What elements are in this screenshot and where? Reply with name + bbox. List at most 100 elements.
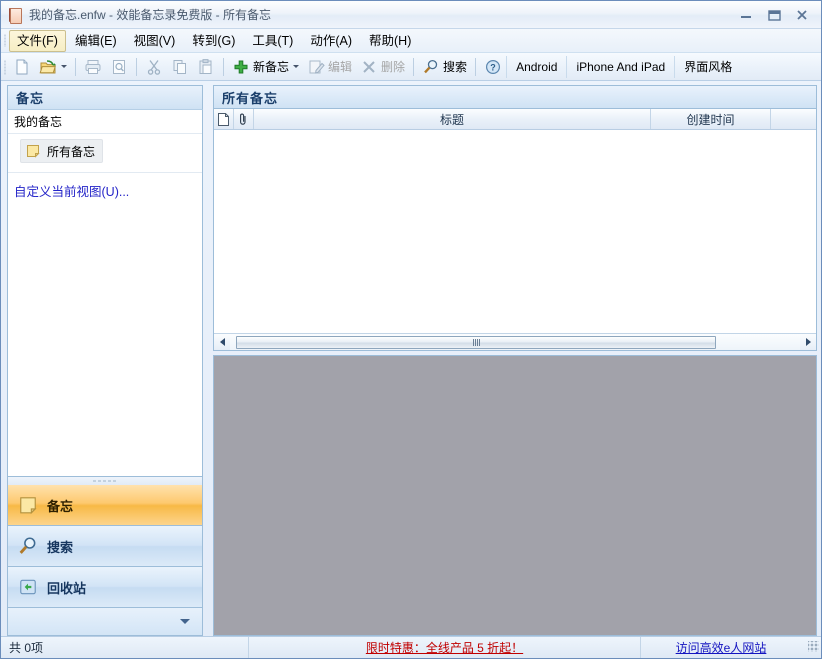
edit-label: 编辑: [328, 60, 353, 74]
menu-item-help[interactable]: 帮助(H): [361, 30, 419, 52]
column-header-created[interactable]: 创建时间: [651, 109, 771, 129]
arrow-left-icon: [219, 338, 225, 346]
copy-button[interactable]: [167, 56, 193, 78]
help-question-icon: ?: [486, 59, 501, 74]
skin-button[interactable]: 界面风格: [674, 55, 741, 78]
pencil-edit-icon: [309, 60, 325, 74]
window-title: 我的备忘.enfw - 效能备忘录免费版 - 所有备忘: [29, 8, 272, 22]
menu-item-actions[interactable]: 动作(A): [302, 30, 360, 52]
toolbar: 新备忘 编辑 删除 搜索 ? Android iPhone And iPad 界…: [1, 53, 821, 81]
delete-x-icon: [363, 60, 375, 73]
arrow-right-icon: [805, 338, 811, 346]
column-header-title[interactable]: 标题: [254, 109, 651, 129]
magnifier-icon: [19, 537, 36, 554]
new-file-button[interactable]: [9, 56, 35, 78]
status-bar: 共 0项 限时特惠：全线产品 5 折起！ 访问高效e人网站: [1, 636, 821, 658]
menu-item-edit[interactable]: 编辑(E): [67, 30, 125, 52]
delete-button[interactable]: 删除: [356, 56, 409, 78]
sidebar-item-memo[interactable]: 备忘: [7, 485, 203, 526]
new-document-icon: [16, 59, 28, 74]
sidebar-item-recycle-bin[interactable]: 回收站: [7, 567, 203, 608]
menu-item-goto[interactable]: 转到(G): [184, 30, 243, 52]
resize-grip[interactable]: [801, 641, 821, 654]
delete-label: 删除: [381, 60, 406, 74]
open-folder-icon: [39, 59, 56, 73]
tree-node-all-memos[interactable]: 所有备忘: [20, 139, 104, 163]
toolbar-separator-5: [475, 57, 477, 76]
memo-note-icon: [20, 497, 37, 515]
app-window: 我的备忘.enfw - 效能备忘录免费版 - 所有备忘 文件(F) 编辑(E) …: [0, 0, 822, 659]
menu-item-file[interactable]: 文件(F): [9, 29, 66, 52]
menu-bar: 文件(F) 编辑(E) 视图(V) 转到(G) 工具(T) 动作(A) 帮助(H…: [1, 29, 821, 53]
memo-note-icon: [27, 145, 40, 158]
status-promo[interactable]: 限时特惠：全线产品 5 折起！: [249, 637, 641, 658]
skin-label: 界面风格: [684, 60, 733, 74]
status-promo-link[interactable]: 限时特惠：全线产品 5 折起！: [366, 639, 523, 656]
column-header-document[interactable]: [214, 109, 234, 129]
status-site[interactable]: 访问高效e人网站: [641, 637, 801, 658]
recycle-bin-icon: [20, 579, 36, 595]
list-header-title: 所有备忘: [214, 86, 816, 109]
scrollbar-thumb[interactable]: [236, 335, 716, 349]
sidebar-tree[interactable]: 我的备忘 所有备忘 自定义当前视图(U)...: [7, 109, 203, 477]
open-file-caret[interactable]: [61, 65, 67, 68]
toolbar-separator-4: [413, 57, 415, 76]
column-header-attachment[interactable]: [234, 109, 254, 129]
status-site-link[interactable]: 访问高效e人网站: [676, 639, 767, 656]
tree-group-my-memos[interactable]: 我的备忘: [8, 110, 202, 134]
window-controls: [733, 6, 815, 24]
close-icon: [797, 9, 807, 20]
android-button[interactable]: Android: [506, 55, 566, 78]
new-memo-label: 新备忘: [253, 60, 290, 74]
thumb-grip-icon: [472, 338, 480, 346]
new-memo-caret[interactable]: [293, 65, 300, 68]
sidebar-header: 备忘: [7, 85, 203, 109]
paperclip-icon: [240, 113, 246, 125]
minimize-button[interactable]: [733, 6, 759, 24]
content-pane: 所有备忘 标题 创建时间: [213, 85, 817, 636]
document-icon: [218, 112, 229, 126]
search-button[interactable]: 搜索: [418, 56, 471, 78]
pane-splitter[interactable]: [203, 85, 213, 636]
new-memo-button[interactable]: 新备忘: [228, 56, 303, 78]
svg-text:?: ?: [490, 62, 496, 72]
print-preview-button[interactable]: [106, 56, 132, 78]
scroll-left-button[interactable]: [214, 334, 230, 350]
sidebar: 备忘 我的备忘 所有备忘 自定义当前视图(U)... 备忘 搜索 回收站: [7, 85, 203, 636]
sidebar-item-label: 备忘: [47, 498, 74, 514]
toolbar-separator-1: [75, 57, 76, 76]
search-label: 搜索: [443, 60, 468, 74]
print-button[interactable]: [80, 56, 106, 78]
menu-item-tools[interactable]: 工具(T): [244, 30, 301, 52]
tree-node-label: 所有备忘: [47, 144, 96, 159]
iphone-ipad-button[interactable]: iPhone And iPad: [566, 55, 674, 78]
chevron-down-icon: [180, 619, 190, 624]
customize-view-link[interactable]: 自定义当前视图(U)...: [8, 173, 202, 200]
magnifier-icon: [424, 59, 438, 73]
help-button[interactable]: ?: [480, 56, 506, 78]
column-header-extra[interactable]: [771, 109, 816, 129]
plus-icon: [234, 60, 248, 73]
open-file-button[interactable]: [35, 56, 71, 78]
toolbar-separator-2: [136, 57, 137, 76]
scrollbar-track[interactable]: [230, 334, 800, 350]
edit-button[interactable]: 编辑: [303, 56, 356, 78]
memo-list-panel: 所有备忘 标题 创建时间: [213, 85, 817, 351]
cut-icon: [147, 59, 161, 75]
memo-list-rows[interactable]: [214, 130, 816, 333]
cut-button[interactable]: [141, 56, 167, 78]
title-bar: 我的备忘.enfw - 效能备忘录免费版 - 所有备忘: [1, 1, 821, 29]
sidebar-item-label: 回收站: [47, 580, 87, 596]
sidebar-item-search[interactable]: 搜索: [7, 526, 203, 567]
scroll-right-button[interactable]: [800, 334, 816, 350]
paste-button[interactable]: [193, 56, 219, 78]
paste-icon: [199, 58, 212, 74]
close-button[interactable]: [789, 6, 815, 24]
menu-item-view[interactable]: 视图(V): [126, 30, 184, 52]
sidebar-nav-more[interactable]: [7, 608, 203, 636]
print-icon: [85, 59, 101, 74]
sidebar-splitter-grip[interactable]: [7, 477, 203, 485]
horizontal-scrollbar[interactable]: [214, 333, 816, 350]
grip-dots: [92, 480, 118, 482]
maximize-button[interactable]: [761, 6, 787, 24]
